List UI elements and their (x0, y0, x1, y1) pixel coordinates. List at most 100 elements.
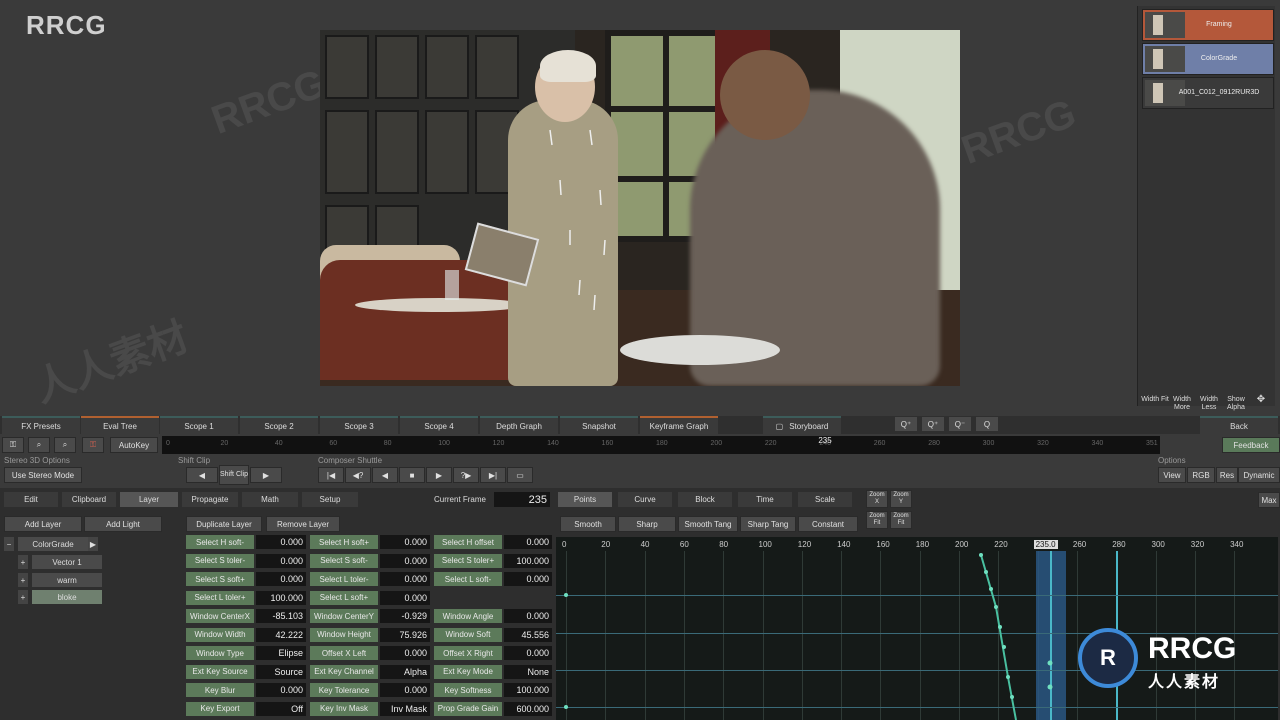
layer-bloke[interactable]: bloke (32, 590, 102, 604)
param-value-field[interactable]: 0.000 (380, 553, 430, 568)
param-value-field[interactable]: 0.000 (256, 553, 306, 568)
magnifier-icon[interactable]: ⌕ (28, 437, 50, 453)
window-overlay[interactable] (320, 30, 960, 386)
key-icon[interactable]: ⚿ (2, 437, 24, 453)
tab-block[interactable]: Block (678, 492, 732, 507)
constant-button[interactable]: Constant (798, 516, 858, 532)
timeline-scrubber[interactable]: 0 20 40 60 80 100 120 140 160 180 200 220 240 260 280 3… (162, 436, 1160, 454)
layer-warm[interactable]: warm (32, 573, 102, 587)
param-value-field[interactable]: 0.000 (256, 535, 306, 549)
shift-clip-button[interactable]: Shift Clip (219, 465, 249, 485)
zoom-reset-icon[interactable]: Q (976, 417, 998, 431)
param-value-field[interactable]: 0.000 (380, 535, 430, 549)
add-layer-button[interactable]: Add Layer (4, 516, 82, 532)
param-value-field[interactable]: 0.000 (504, 646, 552, 660)
tab-curve[interactable]: Curve (618, 492, 672, 507)
stop-icon[interactable]: ■ (399, 467, 425, 483)
zoom-x-button[interactable]: Zoom X (866, 490, 888, 508)
sharp-tang-button[interactable]: Sharp Tang (740, 516, 796, 532)
tab-clipboard[interactable]: Clipboard (62, 492, 116, 507)
zoom-fit-y-button[interactable]: Zoom Fit (890, 511, 912, 529)
expand-icon[interactable]: + (18, 590, 28, 604)
move-icon[interactable]: ✥ (1254, 395, 1268, 405)
tab-time[interactable]: Time (738, 492, 792, 507)
play-reverse-icon[interactable]: ◀ (372, 467, 398, 483)
width-less-button[interactable]: Width Less (1195, 396, 1223, 412)
expand-icon[interactable]: + (18, 555, 28, 569)
tab-keyframe-graph[interactable]: Keyframe Graph (640, 416, 718, 434)
back-button[interactable]: Back (1200, 416, 1278, 434)
smooth-button[interactable]: Smooth (560, 516, 616, 532)
tab-edit[interactable]: Edit (4, 492, 58, 507)
smooth-tang-button[interactable]: Smooth Tang (678, 516, 738, 532)
param-value-field[interactable]: 0.000 (380, 590, 430, 605)
param-value-field[interactable]: None (504, 664, 552, 679)
tab-math[interactable]: Math (242, 492, 298, 507)
current-frame-field[interactable]: 235 (494, 492, 550, 507)
zoom-in-icon[interactable]: Q⁺ (922, 417, 944, 431)
go-start-icon[interactable]: |◀ (318, 467, 344, 483)
param-value-field[interactable]: 100.000 (504, 683, 552, 697)
collapse-icon[interactable]: − (4, 537, 14, 551)
res-button[interactable]: Res (1216, 467, 1238, 483)
param-value-field[interactable]: 0.000 (504, 572, 552, 586)
arrow-right-icon[interactable]: ▶ (88, 537, 98, 551)
zoom-in-icon[interactable]: Q⁺ (895, 417, 917, 431)
param-value-field[interactable]: Elipse (256, 646, 306, 660)
zoom-fit-x-button[interactable]: Zoom Fit (866, 511, 888, 529)
tab-scope-4[interactable]: Scope 4 (400, 416, 478, 434)
tab-scope-3[interactable]: Scope 3 (320, 416, 398, 434)
tab-snapshot[interactable]: Snapshot (560, 416, 638, 434)
param-value-field[interactable]: 0.000 (256, 683, 306, 697)
tab-points[interactable]: Points (558, 492, 612, 507)
tab-scope-1[interactable]: Scope 1 (160, 416, 238, 434)
param-value-field[interactable]: 45.556 (504, 627, 552, 642)
tab-scope-2[interactable]: Scope 2 (240, 416, 318, 434)
expand-icon[interactable]: + (18, 573, 28, 587)
zoom-y-button[interactable]: Zoom Y (890, 490, 912, 508)
layer-vector-1[interactable]: Vector 1 (32, 555, 102, 569)
param-value-field[interactable]: Alpha (380, 664, 430, 679)
width-more-button[interactable]: Width More (1168, 396, 1196, 412)
tab-depth-graph[interactable]: Depth Graph (480, 416, 558, 434)
playhead[interactable]: 235 (818, 436, 832, 454)
feedback-button[interactable]: Feedback (1222, 437, 1280, 453)
tab-setup[interactable]: Setup (302, 492, 358, 507)
tab-propagate[interactable]: Propagate (182, 492, 238, 507)
width-fit-button[interactable]: Width Fit (1141, 396, 1169, 404)
add-light-button[interactable]: Add Light (84, 516, 162, 532)
max-button[interactable]: Max (1258, 492, 1280, 508)
param-value-field[interactable]: Inv Mask (380, 701, 430, 716)
param-value-field[interactable]: 75.926 (380, 627, 430, 642)
layer-colorgrade[interactable]: ColorGrade (18, 537, 88, 551)
tab-layer[interactable]: Layer (120, 492, 178, 507)
param-value-field[interactable]: 100.000 (256, 590, 306, 605)
shift-left-icon[interactable]: ◀ (186, 467, 218, 483)
param-value-field[interactable]: 0.000 (504, 609, 552, 623)
view-button[interactable]: View (1158, 467, 1186, 483)
use-stereo-mode-button[interactable]: Use Stereo Mode (4, 467, 82, 483)
param-value-field[interactable]: 42.222 (256, 627, 306, 642)
node-source-clip[interactable]: A001_C012_0912RUR3D (1142, 77, 1274, 109)
show-alpha-button[interactable]: Show Alpha (1222, 396, 1250, 412)
node-framing[interactable]: Framing (1142, 9, 1274, 41)
duplicate-layer-button[interactable]: Duplicate Layer (186, 516, 262, 532)
param-value-field[interactable]: 0.000 (380, 572, 430, 586)
storyboard-button[interactable]: ▢ Storyboard (763, 416, 841, 434)
remove-layer-button[interactable]: Remove Layer (266, 516, 340, 532)
tab-fx-presets[interactable]: FX Presets (2, 416, 80, 434)
dynamic-button[interactable]: Dynamic (1238, 467, 1280, 483)
zoom-icon[interactable]: ⌕ (54, 437, 76, 453)
param-value-field[interactable]: 100.000 (504, 553, 552, 568)
sharp-button[interactable]: Sharp (618, 516, 676, 532)
param-value-field[interactable]: 0.000 (504, 535, 552, 549)
param-value-field[interactable]: -0.929 (380, 609, 430, 623)
record-key-icon[interactable]: ⚿ (82, 437, 104, 453)
autokey-button[interactable]: AutoKey (110, 437, 158, 453)
param-value-field[interactable]: 0.000 (256, 572, 306, 586)
tab-eval-tree[interactable]: Eval Tree (81, 416, 159, 434)
param-value-field[interactable]: 600.000 (504, 701, 552, 716)
play-icon[interactable]: ▶ (426, 467, 452, 483)
prev-key-icon[interactable]: ◀? (345, 467, 371, 483)
rgb-button[interactable]: RGB (1187, 467, 1215, 483)
